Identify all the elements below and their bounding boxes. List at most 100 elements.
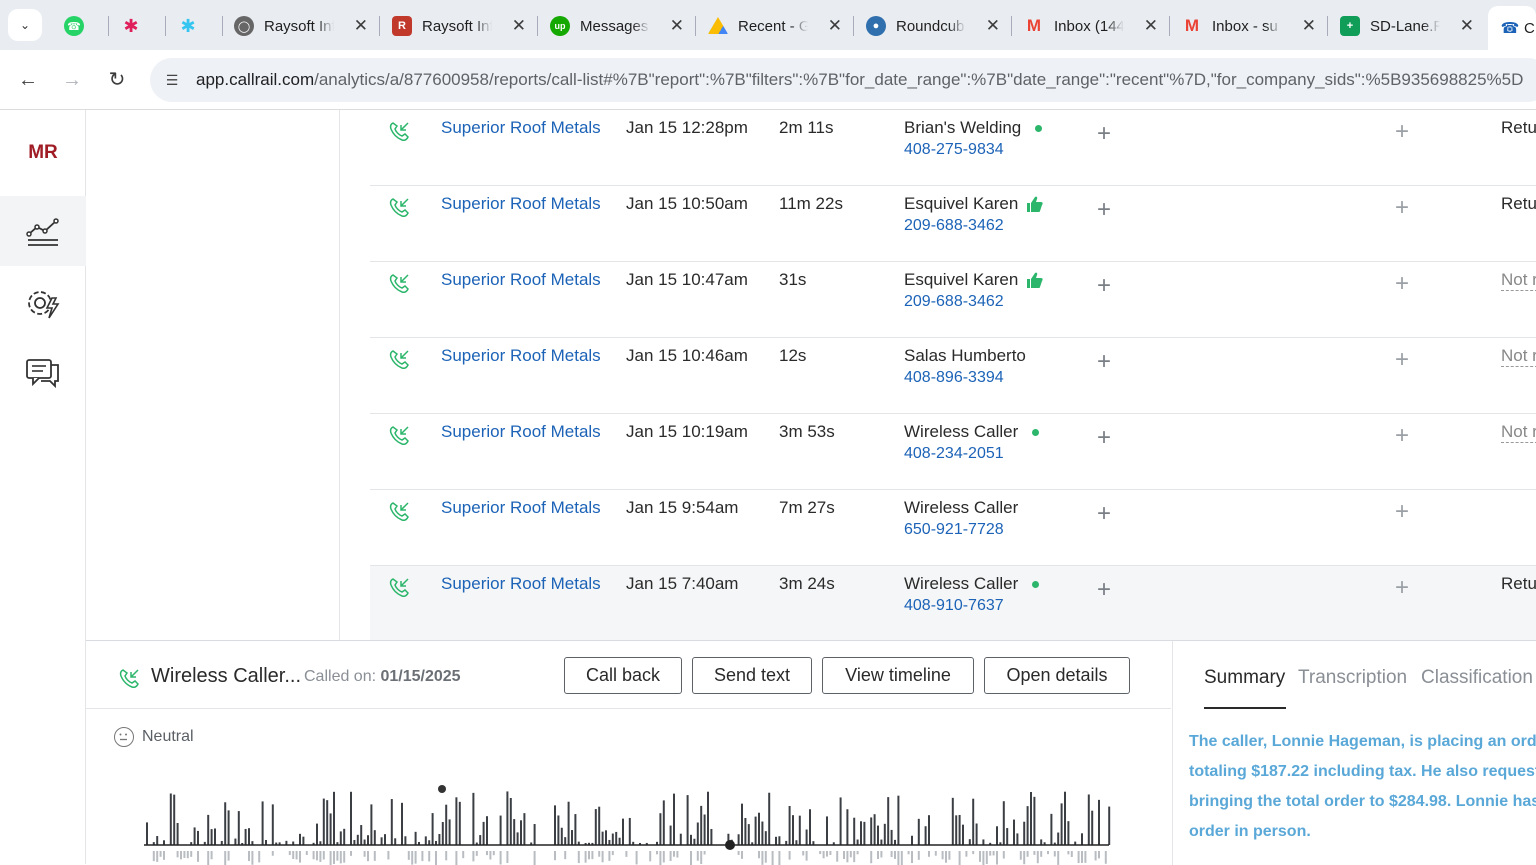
add-note-icon[interactable]: + <box>1395 118 1409 146</box>
company-link[interactable]: Superior Roof Metals <box>441 422 601 442</box>
close-icon[interactable]: ✕ <box>1460 17 1474 35</box>
nav-settings[interactable] <box>0 268 86 338</box>
close-icon[interactable]: ✕ <box>828 17 842 35</box>
caller-phone-link[interactable]: 650-921-7728 <box>904 521 1004 539</box>
waveform-bar <box>499 815 502 845</box>
tab-search-button[interactable]: ⌄ <box>8 9 42 41</box>
call-row[interactable]: Superior Roof Metals Jan 15 9:54am 7m 27s W… <box>370 490 1536 566</box>
call-date: Jan 15 7:40am <box>626 574 739 593</box>
tab-transcription[interactable]: Transcription <box>1298 667 1407 689</box>
call-back-button[interactable]: Call back <box>564 657 682 694</box>
company-link[interactable]: Superior Roof Metals <box>441 270 601 290</box>
caller-phone-link[interactable]: 209-688-3462 <box>904 293 1004 311</box>
waveform-bar <box>690 834 692 845</box>
call-duration: 11m 22s <box>779 194 843 213</box>
lead-status[interactable]: Retu <box>1501 574 1536 594</box>
add-tag-icon[interactable]: + <box>1097 576 1111 604</box>
reload-icon[interactable]: ↻ <box>105 68 129 92</box>
waveform-bar-secondary <box>911 851 913 864</box>
close-icon[interactable]: ✕ <box>512 17 526 35</box>
browser-tab[interactable]: ✱ <box>166 8 223 44</box>
call-row[interactable]: Superior Roof Metals Jan 15 7:40am 3m 24s W… <box>370 566 1536 640</box>
app-nav-rail: MR <box>0 110 86 864</box>
caller-phone-link[interactable]: 408-275-9834 <box>904 141 1004 159</box>
browser-tab[interactable]: R Raysoft Inf ✕ <box>380 8 538 44</box>
user-avatar[interactable]: MR <box>0 118 86 188</box>
call-row[interactable]: Superior Roof Metals Jan 15 10:46am 12s Sal… <box>370 338 1536 414</box>
playhead-handle[interactable] <box>725 840 735 850</box>
tab-summary[interactable]: Summary <box>1204 667 1285 689</box>
caller-phone-link[interactable]: 209-688-3462 <box>904 217 1004 235</box>
add-note-icon[interactable]: + <box>1395 422 1409 450</box>
close-icon[interactable]: ✕ <box>1144 17 1158 35</box>
company-link[interactable]: Superior Roof Metals <box>441 498 601 518</box>
waveform-bar-secondary <box>156 851 159 862</box>
caller-phone-link[interactable]: 408-910-7637 <box>904 597 1004 615</box>
close-icon[interactable]: ✕ <box>354 17 368 35</box>
browser-tab[interactable]: M Inbox - su ✕ <box>1170 8 1328 44</box>
add-tag-icon[interactable]: + <box>1097 272 1111 300</box>
audio-waveform[interactable] <box>144 781 1114 865</box>
lead-status[interactable]: Not r <box>1501 422 1536 443</box>
add-tag-icon[interactable]: + <box>1097 196 1111 224</box>
add-note-icon[interactable]: + <box>1395 270 1409 298</box>
add-tag-icon[interactable]: + <box>1097 424 1111 452</box>
active-tab-underline <box>1204 707 1286 709</box>
open-details-button[interactable]: Open details <box>984 657 1130 694</box>
waveform-bar <box>996 826 998 845</box>
call-detail-panel: Wireless Caller... Called on: 01/15/2025… <box>86 640 1536 865</box>
company-link[interactable]: Superior Roof Metals <box>441 118 601 138</box>
add-tag-icon[interactable]: + <box>1097 348 1111 376</box>
call-row[interactable]: Superior Roof Metals Jan 15 10:50am 11m 22… <box>370 186 1536 262</box>
url-text[interactable]: app.callrail.com/analytics/a/877600958/r… <box>196 70 1536 90</box>
call-row[interactable]: Superior Roof Metals Jan 15 10:19am 3m 53s… <box>370 414 1536 490</box>
lead-status[interactable]: Retu <box>1501 194 1536 214</box>
forward-arrow-icon[interactable]: → <box>60 68 84 92</box>
nav-messages[interactable] <box>0 338 86 408</box>
browser-tab[interactable]: ☎ <box>52 8 109 44</box>
send-text-button[interactable]: Send text <box>692 657 812 694</box>
lead-status[interactable]: Not r <box>1501 270 1536 291</box>
waveform-bar <box>703 814 706 845</box>
browser-tab[interactable]: ◯ Raysoft Inf ✕ <box>222 8 380 44</box>
waveform-bar-secondary <box>737 851 740 855</box>
browser-tab[interactable]: Recent - G ✕ <box>696 8 854 44</box>
tab-classification[interactable]: Classification <box>1421 667 1533 689</box>
site-info-icon[interactable]: ☰ <box>162 70 182 90</box>
browser-tab[interactable]: M Inbox (144 ✕ <box>1012 8 1170 44</box>
call-row[interactable]: Superior Roof Metals Jan 15 12:28pm 2m 11s… <box>370 110 1536 186</box>
close-icon[interactable]: ✕ <box>670 17 684 35</box>
caller-phone-link[interactable]: 408-234-2051 <box>904 445 1004 463</box>
browser-tab[interactable]: ● Roundcub ✕ <box>854 8 1012 44</box>
browser-tab[interactable]: up Messages ✕ <box>538 8 696 44</box>
back-arrow-icon[interactable]: ← <box>16 68 40 92</box>
address-bar[interactable]: ☰ app.callrail.com/analytics/a/877600958… <box>150 58 1536 102</box>
add-tag-icon[interactable]: + <box>1097 500 1111 528</box>
add-note-icon[interactable]: + <box>1395 574 1409 602</box>
browser-tab-active[interactable]: ☎ C <box>1488 6 1536 50</box>
waveform-bar <box>955 815 958 845</box>
close-icon[interactable]: ✕ <box>986 17 1000 35</box>
caller-phone-link[interactable]: 408-896-3394 <box>904 369 1004 387</box>
company-link[interactable]: Superior Roof Metals <box>441 574 601 594</box>
browser-tab[interactable]: ✱ <box>109 8 166 44</box>
lead-status[interactable]: Retu <box>1501 118 1536 138</box>
nav-analytics[interactable] <box>0 196 86 266</box>
waveform-marker[interactable] <box>438 785 446 793</box>
tab-label: Messages <box>580 17 649 35</box>
browser-tab[interactable]: + SD-Lane.R ✕ <box>1328 8 1484 44</box>
waveform-bar <box>737 834 740 845</box>
waveform-bar <box>373 830 376 845</box>
add-note-icon[interactable]: + <box>1395 346 1409 374</box>
close-icon[interactable]: ✕ <box>1302 17 1316 35</box>
company-link[interactable]: Superior Roof Metals <box>441 346 601 366</box>
add-tag-icon[interactable]: + <box>1097 120 1111 148</box>
lead-status[interactable]: Not r <box>1501 346 1536 367</box>
call-row[interactable]: Superior Roof Metals Jan 15 10:47am 31s Esq… <box>370 262 1536 338</box>
add-note-icon[interactable]: + <box>1395 498 1409 526</box>
waveform-bar <box>169 793 172 845</box>
waveform-bar-secondary <box>870 851 873 864</box>
view-timeline-button[interactable]: View timeline <box>822 657 974 694</box>
company-link[interactable]: Superior Roof Metals <box>441 194 601 214</box>
add-note-icon[interactable]: + <box>1395 194 1409 222</box>
